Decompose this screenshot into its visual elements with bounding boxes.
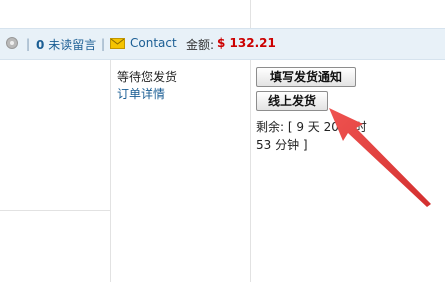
- order-details-link[interactable]: 订单详情: [117, 85, 165, 102]
- amount-label: 金额:: [186, 38, 215, 52]
- contact-link[interactable]: Contact: [130, 36, 177, 50]
- row-divider: [0, 210, 110, 211]
- unread-messages-link[interactable]: 0 未读留言: [36, 36, 96, 53]
- settings-icon[interactable]: [6, 37, 18, 49]
- unread-count: 0: [36, 38, 45, 52]
- remaining-time-line1: 剩余: [ 9 天 20 小时: [256, 120, 367, 134]
- separator: |: [26, 37, 31, 51]
- mail-icon[interactable]: [110, 38, 125, 49]
- separator: |: [101, 37, 106, 51]
- remaining-time: 剩余: [ 9 天 20 小时 53 分钟 ]: [256, 118, 367, 154]
- order-toolbar: | 0 未读留言 | Contact 金额: $ 132.21: [0, 28, 445, 60]
- order-status: 等待您发货: [117, 70, 178, 84]
- online-shipping-button[interactable]: 线上发货: [256, 91, 328, 111]
- remaining-time-line2: 53 分钟 ]: [256, 138, 308, 152]
- fill-shipping-notice-button[interactable]: 填写发货通知: [256, 67, 356, 87]
- unread-label: 未读留言: [48, 38, 97, 52]
- column-divider: [110, 59, 111, 282]
- amount-value: $ 132.21: [217, 36, 276, 50]
